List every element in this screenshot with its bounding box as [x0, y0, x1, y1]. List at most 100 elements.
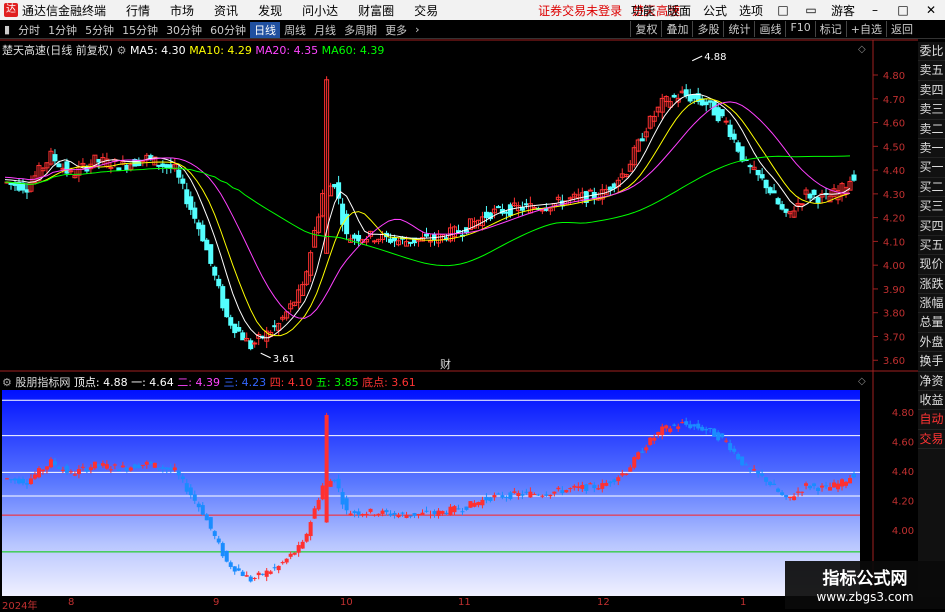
indicator-candle: [241, 572, 245, 576]
indicator-candle: [536, 495, 540, 496]
indicator-candle: [129, 468, 133, 471]
sidebar-item-buy1[interactable]: 买一: [918, 158, 945, 177]
candle-body: [157, 165, 161, 166]
sidebar-item-sell4[interactable]: 卖四: [918, 81, 945, 100]
indicator-settings-icon[interactable]: ⚙: [2, 376, 12, 389]
sidebar-item-outer[interactable]: 外盘: [918, 333, 945, 352]
indicator-candle: [17, 479, 21, 484]
sidebar-item-buy4[interactable]: 买四: [918, 217, 945, 236]
indicator-candle: [436, 511, 440, 516]
indicator-candle: [832, 482, 836, 487]
indicator-candle: [397, 515, 401, 517]
indicator-candle: [401, 513, 405, 514]
sidebar-item-buy3[interactable]: 买三: [918, 197, 945, 216]
sidebar-item-turnover[interactable]: 换手: [918, 352, 945, 371]
indicator-candle: [636, 452, 640, 459]
sidebar-item-auto[interactable]: 自动: [918, 410, 945, 429]
sub-axis-label: 4.40: [892, 467, 914, 478]
candle-body: [69, 171, 73, 172]
candle-body: [684, 90, 688, 96]
ma20-line: [5, 102, 850, 318]
sidebar-item-netasset[interactable]: 净资: [918, 372, 945, 391]
candle-body: [612, 184, 616, 188]
indicator-candle: [169, 468, 173, 470]
indicator-candle: [385, 510, 389, 512]
indicator-candle: [237, 568, 241, 570]
indicator-candle: [133, 464, 137, 468]
quote-sidebar: 委比 卖五 卖四 卖三 卖二 卖一 买一 买二 买三 买四 买五 现价 涨跌 涨…: [918, 42, 945, 597]
indicator-candle: [109, 469, 113, 470]
indicator-candle: [692, 424, 696, 426]
sidebar-item-sell2[interactable]: 卖二: [918, 120, 945, 139]
candle-body: [784, 209, 788, 212]
indicator-candle: [788, 497, 792, 498]
date-label-jan: 1: [740, 597, 746, 608]
sidebar-item-volume[interactable]: 总量: [918, 313, 945, 332]
candle-body: [253, 343, 257, 344]
sidebar-item-buy2[interactable]: 买二: [918, 178, 945, 197]
sidebar-item-trade[interactable]: 交易: [918, 430, 945, 449]
price-axis-label: 4.30: [883, 190, 905, 201]
indicator-candle: [233, 566, 237, 571]
sub-axis-label: 4.00: [892, 526, 914, 537]
sidebar-item-weibi[interactable]: 委比: [918, 42, 945, 61]
indicator-candle: [425, 511, 429, 512]
candle-body: [716, 108, 720, 121]
candle-body: [389, 239, 393, 242]
close-icon[interactable]: ✕: [923, 3, 939, 17]
candle-body: [688, 95, 692, 101]
sidebar-item-earnings[interactable]: 收益: [918, 391, 945, 410]
indicator-candle: [492, 495, 496, 497]
indicator-candle: [820, 486, 824, 488]
indicator-candle: [217, 539, 221, 543]
indicator-candle: [584, 484, 588, 491]
indicator-candle: [552, 492, 556, 494]
indicator-candle: [409, 516, 413, 517]
candle-body: [812, 190, 816, 194]
indicator-candle: [544, 494, 548, 496]
candle-body: [193, 208, 197, 218]
indicator-candle: [269, 571, 273, 573]
sidebar-item-sell1[interactable]: 卖一: [918, 139, 945, 158]
indicator-candle: [49, 459, 53, 467]
finance-marker: 财: [440, 357, 451, 371]
date-label-sep: 9: [213, 597, 219, 608]
ma5-label: MA5: 4.30: [130, 44, 186, 57]
indicator-candle: [313, 508, 317, 518]
high-marker-label: 4.88: [704, 52, 726, 63]
sidebar-item-price[interactable]: 现价: [918, 255, 945, 274]
sidebar-item-sell5[interactable]: 卖五: [918, 61, 945, 80]
candle-body: [249, 341, 253, 349]
candle-body: [504, 212, 508, 213]
sidebar-item-change-pct[interactable]: 涨幅: [918, 294, 945, 313]
indicator-candle: [824, 485, 828, 486]
settings-gear-icon[interactable]: ⚙: [117, 44, 127, 57]
indicator-candle: [65, 466, 69, 473]
sidebar-item-sell3[interactable]: 卖三: [918, 100, 945, 119]
indicator-candle: [504, 497, 508, 498]
indicator-candle: [744, 464, 748, 465]
indicator-candle: [45, 466, 49, 469]
indicator-candle: [452, 506, 456, 512]
indicator-candle: [848, 478, 852, 483]
indicator-candle: [816, 488, 820, 491]
price-axis-label: 4.70: [883, 95, 905, 106]
indicator-candle: [772, 484, 776, 485]
sidebar-item-change[interactable]: 涨跌: [918, 275, 945, 294]
sidebar-item-buy5[interactable]: 买五: [918, 236, 945, 255]
indicator-candle: [528, 492, 532, 498]
kline-chart[interactable]: 4.804.704.604.504.404.304.204.104.003.90…: [0, 0, 918, 597]
ma5-line: [5, 94, 850, 337]
candle-body: [373, 241, 377, 242]
indicator-candle: [432, 511, 436, 514]
indicator-candle: [25, 483, 29, 484]
candle-body: [672, 95, 676, 97]
indicator-candle: [21, 479, 25, 483]
candle-body: [357, 236, 361, 241]
indicator-candle: [297, 545, 301, 553]
indicator-candle: [496, 494, 500, 495]
indicator-candle: [648, 438, 652, 445]
indicator-candle: [756, 471, 760, 474]
diamond-icon: ◇: [858, 44, 866, 55]
indicator-candle: [89, 467, 93, 470]
